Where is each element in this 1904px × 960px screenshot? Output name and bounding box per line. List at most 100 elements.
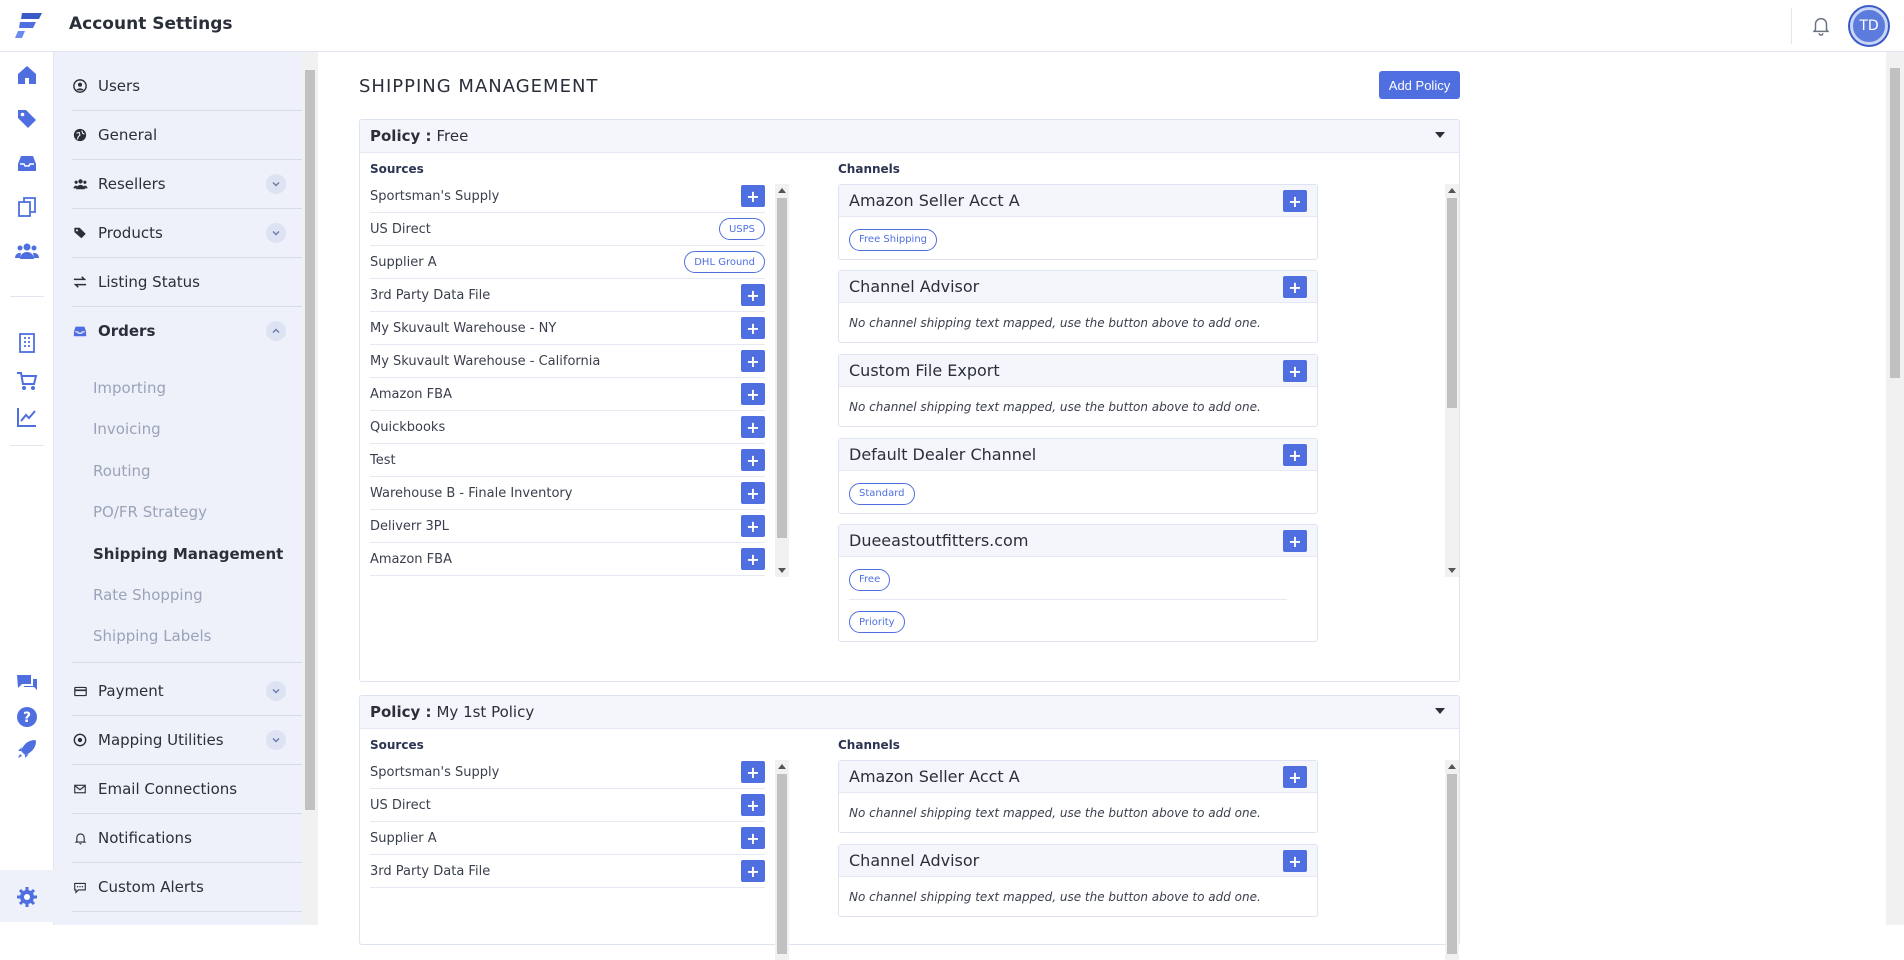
tag-icon[interactable] (14, 106, 40, 132)
source-row[interactable]: Warehouse B - Finale Inventory + (370, 477, 765, 510)
scrollbar-thumb[interactable] (1890, 68, 1900, 378)
scroll-down-icon[interactable] (1448, 568, 1456, 573)
add-mapping-button[interactable]: + (741, 482, 765, 504)
shipping-method-pill[interactable]: USPS (718, 218, 765, 240)
add-mapping-button[interactable]: + (741, 449, 765, 471)
add-channel-text-button[interactable]: + (1283, 444, 1307, 466)
scrollbar-thumb[interactable] (777, 198, 787, 538)
add-mapping-button[interactable]: + (741, 761, 765, 783)
chevron-up-icon[interactable] (266, 321, 286, 341)
scroll-up-icon[interactable] (1448, 764, 1456, 769)
scroll-up-icon[interactable] (778, 764, 786, 769)
channel-body: Free Priority (839, 557, 1317, 641)
scroll-up-icon[interactable] (1448, 188, 1456, 193)
add-channel-text-button[interactable]: + (1283, 530, 1307, 552)
add-mapping-button[interactable]: + (741, 383, 765, 405)
add-policy-button[interactable]: Add Policy (1379, 71, 1460, 99)
channel-shipping-pill[interactable]: Priority (849, 611, 905, 633)
nav-item-notifications[interactable]: Notifications (72, 814, 302, 862)
building-icon[interactable] (14, 330, 40, 356)
scroll-down-icon[interactable] (778, 568, 786, 573)
subnav-invoicing[interactable]: Invoicing (93, 420, 161, 438)
chart-line-icon[interactable] (14, 404, 40, 430)
documents-icon[interactable] (14, 194, 40, 220)
scrollbar-thumb[interactable] (305, 70, 315, 810)
source-row[interactable]: Deliverr 3PL + (370, 510, 765, 543)
source-row[interactable]: Sportsman's Supply + (370, 180, 765, 213)
page-scrollbar[interactable] (1886, 52, 1904, 925)
add-channel-text-button[interactable]: + (1283, 276, 1307, 298)
chevron-down-icon[interactable] (266, 174, 286, 194)
scroll-up-icon[interactable] (778, 188, 786, 193)
source-row[interactable]: Supplier A + (370, 822, 765, 855)
nav-item-general[interactable]: General (72, 111, 302, 159)
channel-shipping-pill[interactable]: Free (849, 568, 891, 591)
app-logo-icon[interactable] (14, 10, 44, 40)
subnav-shipping-labels[interactable]: Shipping Labels (93, 627, 211, 645)
subnav-rate-shopping[interactable]: Rate Shopping (93, 586, 203, 604)
channels-scrollbar[interactable] (1445, 760, 1459, 960)
caret-down-icon[interactable] (1435, 132, 1445, 138)
scrollbar-thumb[interactable] (1447, 198, 1457, 408)
source-row[interactable]: Sportsman's Supply + (370, 756, 765, 789)
inbox-icon[interactable] (14, 150, 40, 176)
channels-scrollbar[interactable] (1445, 184, 1459, 577)
add-mapping-button[interactable]: + (741, 317, 765, 339)
add-channel-text-button[interactable]: + (1283, 766, 1307, 788)
gear-icon[interactable] (14, 884, 40, 910)
channel-shipping-pill[interactable]: Free Shipping (849, 228, 938, 251)
help-icon[interactable]: ? (14, 704, 40, 730)
subnav-routing[interactable]: Routing (93, 462, 151, 480)
source-row[interactable]: Quickbooks + (370, 411, 765, 444)
avatar[interactable]: TD (1850, 7, 1888, 45)
source-row[interactable]: US Direct USPS (370, 213, 765, 246)
chat-icon[interactable] (14, 670, 40, 696)
add-mapping-button[interactable]: + (741, 350, 765, 372)
subnav-po-fr-strategy[interactable]: PO/FR Strategy (93, 503, 207, 521)
add-mapping-button[interactable]: + (741, 185, 765, 207)
add-channel-text-button[interactable]: + (1283, 190, 1307, 212)
sources-scrollbar[interactable] (775, 760, 789, 960)
users-icon[interactable] (14, 238, 40, 264)
shipping-method-pill[interactable]: DHL Ground (684, 251, 765, 273)
source-row[interactable]: My Skuvault Warehouse - California + (370, 345, 765, 378)
caret-down-icon[interactable] (1435, 708, 1445, 714)
source-row[interactable]: 3rd Party Data File + (370, 855, 765, 888)
source-row[interactable]: Amazon FBA + (370, 543, 765, 576)
source-row[interactable]: 3rd Party Data File + (370, 279, 765, 312)
add-channel-text-button[interactable]: + (1283, 360, 1307, 382)
source-row[interactable]: Test + (370, 444, 765, 477)
policy-header[interactable]: Policy : My 1st Policy (360, 696, 1459, 729)
add-mapping-button[interactable]: + (741, 548, 765, 570)
home-icon[interactable] (14, 62, 40, 88)
add-mapping-button[interactable]: + (741, 860, 765, 882)
add-mapping-button[interactable]: + (741, 515, 765, 537)
source-row[interactable]: Amazon FBA + (370, 378, 765, 411)
chevron-down-icon[interactable] (266, 730, 286, 750)
source-row[interactable]: My Skuvault Warehouse - NY + (370, 312, 765, 345)
scrollbar-thumb[interactable] (1447, 774, 1457, 954)
rocket-icon[interactable] (14, 736, 40, 762)
cart-icon[interactable] (14, 368, 40, 394)
source-row[interactable]: Supplier A DHL Ground (370, 246, 765, 279)
subnav-importing[interactable]: Importing (93, 379, 166, 397)
subnav-shipping-management[interactable]: Shipping Management (93, 545, 283, 563)
notifications-bell-icon[interactable] (1810, 14, 1832, 36)
chevron-down-icon[interactable] (266, 223, 286, 243)
nav-item-custom-alerts[interactable]: Custom Alerts (72, 863, 302, 911)
channel-shipping-pill[interactable]: Standard (849, 482, 915, 505)
add-mapping-button[interactable]: + (741, 794, 765, 816)
sources-scrollbar[interactable] (775, 184, 789, 577)
chevron-down-icon[interactable] (266, 681, 286, 701)
source-row[interactable]: US Direct + (370, 789, 765, 822)
nav-item-users[interactable]: Users (72, 62, 302, 110)
add-mapping-button[interactable]: + (741, 284, 765, 306)
scrollbar-thumb[interactable] (777, 774, 787, 954)
nav-item-email-connections[interactable]: Email Connections (72, 765, 302, 813)
add-mapping-button[interactable]: + (741, 416, 765, 438)
policy-header[interactable]: Policy : Free (360, 120, 1459, 153)
add-channel-text-button[interactable]: + (1283, 850, 1307, 872)
add-mapping-button[interactable]: + (741, 827, 765, 849)
sidebar-scrollbar[interactable] (302, 52, 318, 925)
nav-item-listing-status[interactable]: Listing Status (72, 258, 302, 306)
